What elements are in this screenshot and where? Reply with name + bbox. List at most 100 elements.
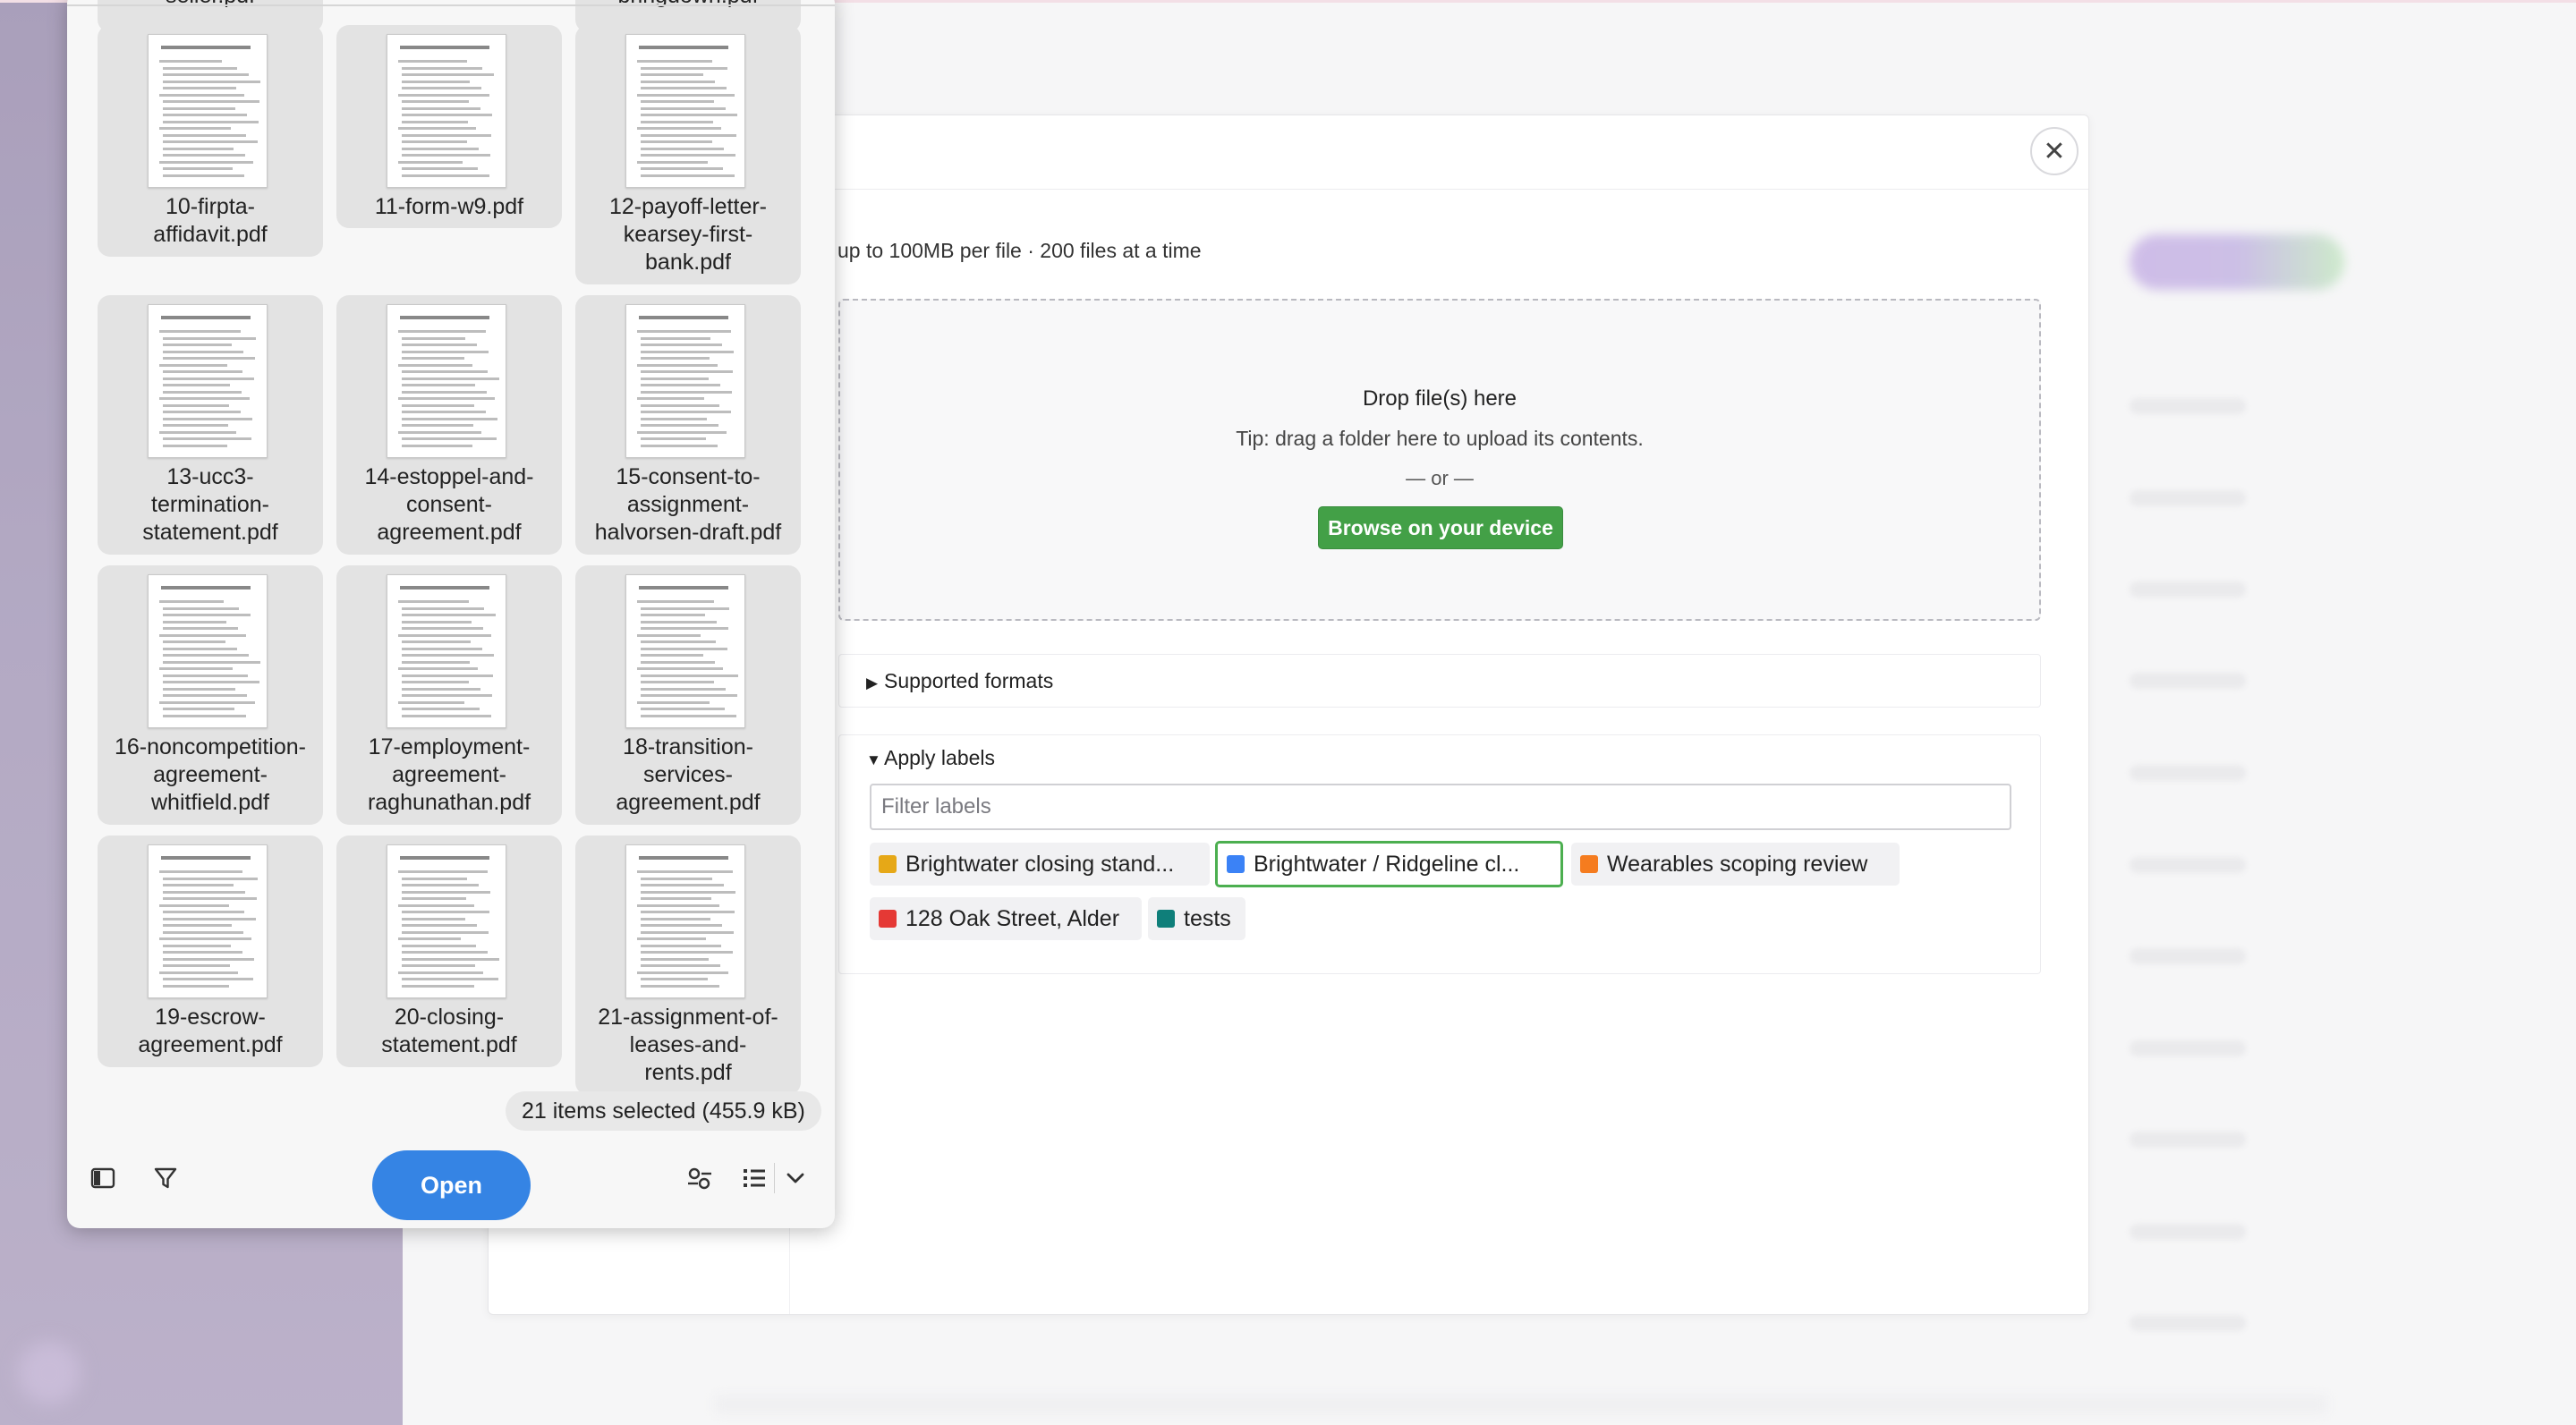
file-name-line: 10-firpta- — [165, 194, 256, 219]
file-name-line: services- — [642, 762, 733, 787]
sidebar-toggle-button[interactable] — [83, 1158, 123, 1198]
dropzone-tip: Tip: drag a folder here to upload its co… — [1236, 427, 1644, 450]
file-tile[interactable]: 21-assignment-of-leases-and-rents.pdf — [575, 835, 801, 1091]
expand-triangle-icon: ▶ — [866, 674, 879, 691]
dropzone-or-separator: — or — — [1406, 467, 1474, 489]
label-color-swatch — [1157, 910, 1175, 928]
background-row — [2130, 948, 2246, 964]
file-name-line: 19-escrow- — [155, 1005, 266, 1030]
apply-labels-section: ▼Apply labels Brightwater closing stand.… — [838, 734, 2041, 974]
file-tile[interactable]: 16-noncompetition-agreement-whitfield.pd… — [98, 565, 323, 825]
list-view-icon — [744, 1169, 765, 1187]
file-name-line: 12-payoff-letter- — [608, 194, 767, 219]
file-name-line: kearsey-first- — [623, 222, 753, 247]
preview-options-button[interactable] — [680, 1158, 719, 1198]
file-name-line: 14-estoppel-and- — [364, 464, 534, 489]
background-row — [2130, 581, 2246, 598]
background-row — [2130, 1315, 2246, 1331]
file-name-line: statement.pdf — [381, 1032, 517, 1057]
file-name-line: agreement- — [392, 762, 506, 787]
file-tile[interactable]: 12-payoff-letter-kearsey-first-bank.pdf — [575, 25, 801, 284]
file-name-line: agreement.pdf — [377, 520, 522, 545]
list-view-button[interactable] — [735, 1158, 774, 1198]
file-name: 10-firpta-affidavit.pdf — [101, 193, 319, 249]
file-name-line: 18-transition- — [623, 734, 753, 759]
file-tile[interactable]: 14-estoppel-and-consent-agreement.pdf — [336, 295, 562, 555]
close-button[interactable]: ✕ — [2030, 127, 2079, 175]
file-name-line: termination- — [151, 492, 269, 517]
file-tile[interactable]: 19-escrow-agreement.pdf — [98, 835, 323, 1067]
view-menu-button[interactable] — [776, 1158, 815, 1198]
pdf-thumbnail — [387, 844, 506, 998]
close-icon: ✕ — [2043, 136, 2066, 166]
background-row — [2130, 857, 2246, 873]
file-name: 19-escrow-agreement.pdf — [101, 1004, 319, 1059]
label-color-swatch — [879, 855, 897, 873]
file-tile[interactable]: 18-transition-services-agreement.pdf — [575, 565, 801, 825]
view-separator — [774, 1163, 775, 1193]
filter-icon — [154, 1167, 177, 1189]
label-chip[interactable]: tests — [1148, 897, 1245, 940]
file-name-line: affidavit.pdf — [153, 222, 268, 247]
file-name-line: 15-consent-to- — [616, 464, 761, 489]
file-name-line: 21-assignment-of- — [598, 1005, 778, 1030]
pdf-thumbnail — [625, 844, 745, 998]
selection-status: 21 items selected (455.9 kB) — [506, 1091, 821, 1131]
supported-formats-label: Supported formats — [884, 669, 1054, 692]
file-tile[interactable]: 11-form-w9.pdf — [336, 25, 562, 228]
pdf-thumbnail — [625, 574, 745, 728]
chevron-down-icon — [786, 1173, 804, 1183]
label-color-swatch — [879, 910, 897, 928]
label-color-swatch — [1227, 855, 1245, 873]
filter-button[interactable] — [146, 1158, 185, 1198]
pdf-thumbnail — [625, 304, 745, 458]
open-button[interactable]: Open — [372, 1150, 531, 1220]
background-action-button — [2130, 234, 2344, 290]
pdf-thumbnail — [148, 574, 268, 728]
pdf-thumbnail — [148, 844, 268, 998]
file-name-line: whitfield.pdf — [150, 790, 270, 815]
dropzone-title: Drop file(s) here — [1362, 386, 1518, 411]
background-row — [2130, 1224, 2246, 1240]
browse-device-button[interactable]: Browse on your device — [1318, 506, 1563, 549]
label-chip[interactable]: Wearables scoping review — [1571, 843, 1900, 886]
file-tile[interactable]: 13-ucc3- termination-statement.pdf — [98, 295, 323, 555]
apply-labels-toggle[interactable]: ▼ Apply labels — [866, 746, 995, 770]
file-name: 12-payoff-letter-kearsey-first-bank.pdf — [579, 193, 797, 276]
file-name: 15-consent-to-assignment-halvorsen-draft… — [579, 463, 797, 547]
file-name-line: raghunathan.pdf — [367, 790, 531, 815]
file-name: 14-estoppel-and-consent-agreement.pdf — [340, 463, 558, 547]
grid-top-divider — [67, 4, 835, 6]
pdf-thumbnail — [387, 34, 506, 188]
file-tile[interactable]: 15-consent-to-assignment-halvorsen-draft… — [575, 295, 801, 555]
file-name: 21-assignment-of-leases-and-rents.pdf — [579, 1004, 797, 1087]
file-name-line: assignment- — [626, 492, 750, 517]
label-chip[interactable]: Brightwater closing stand... — [870, 843, 1210, 886]
pdf-thumbnail — [387, 304, 506, 458]
background-row — [2130, 1132, 2246, 1148]
file-tile[interactable]: 20-closing-statement.pdf — [336, 835, 562, 1067]
file-name: 17-employment-agreement-raghunathan.pdf — [340, 734, 558, 817]
sidebar-toggle-icon — [90, 1167, 115, 1189]
label-chip-text: tests — [1184, 905, 1231, 931]
dropzone[interactable]: Drop file(s) here Tip: drag a folder her… — [838, 299, 2041, 621]
file-name-line: bank.pdf — [645, 250, 731, 275]
file-name: 16-noncompetition-agreement-whitfield.pd… — [101, 734, 319, 817]
label-chip[interactable]: 128 Oak Street, Alder — [870, 897, 1142, 940]
file-name-line: agreement.pdf — [616, 790, 761, 815]
file-tile[interactable]: 17-employment-agreement-raghunathan.pdf — [336, 565, 562, 825]
pdf-thumbnail — [625, 34, 745, 188]
supported-formats-toggle[interactable]: ▶ Supported formats — [866, 669, 1053, 693]
label-chip-text: 128 Oak Street, Alder — [905, 905, 1120, 931]
background-row — [2130, 765, 2246, 781]
file-tile[interactable]: 10-firpta-affidavit.pdf — [98, 25, 323, 257]
label-chip-selected[interactable]: Brightwater / Ridgeline cl... — [1215, 841, 1563, 887]
label-chip-text: Brightwater closing stand... — [905, 851, 1175, 877]
pdf-thumbnail — [387, 574, 506, 728]
supported-formats-section[interactable]: ▶ Supported formats — [838, 654, 2041, 708]
file-name-line: statement.pdf — [142, 520, 278, 545]
label-color-swatch — [1580, 855, 1598, 873]
filter-labels-input[interactable] — [870, 784, 2011, 830]
file-name-line: 20-closing- — [394, 1005, 505, 1030]
file-name-line: 11-form-w9.pdf — [374, 194, 524, 219]
